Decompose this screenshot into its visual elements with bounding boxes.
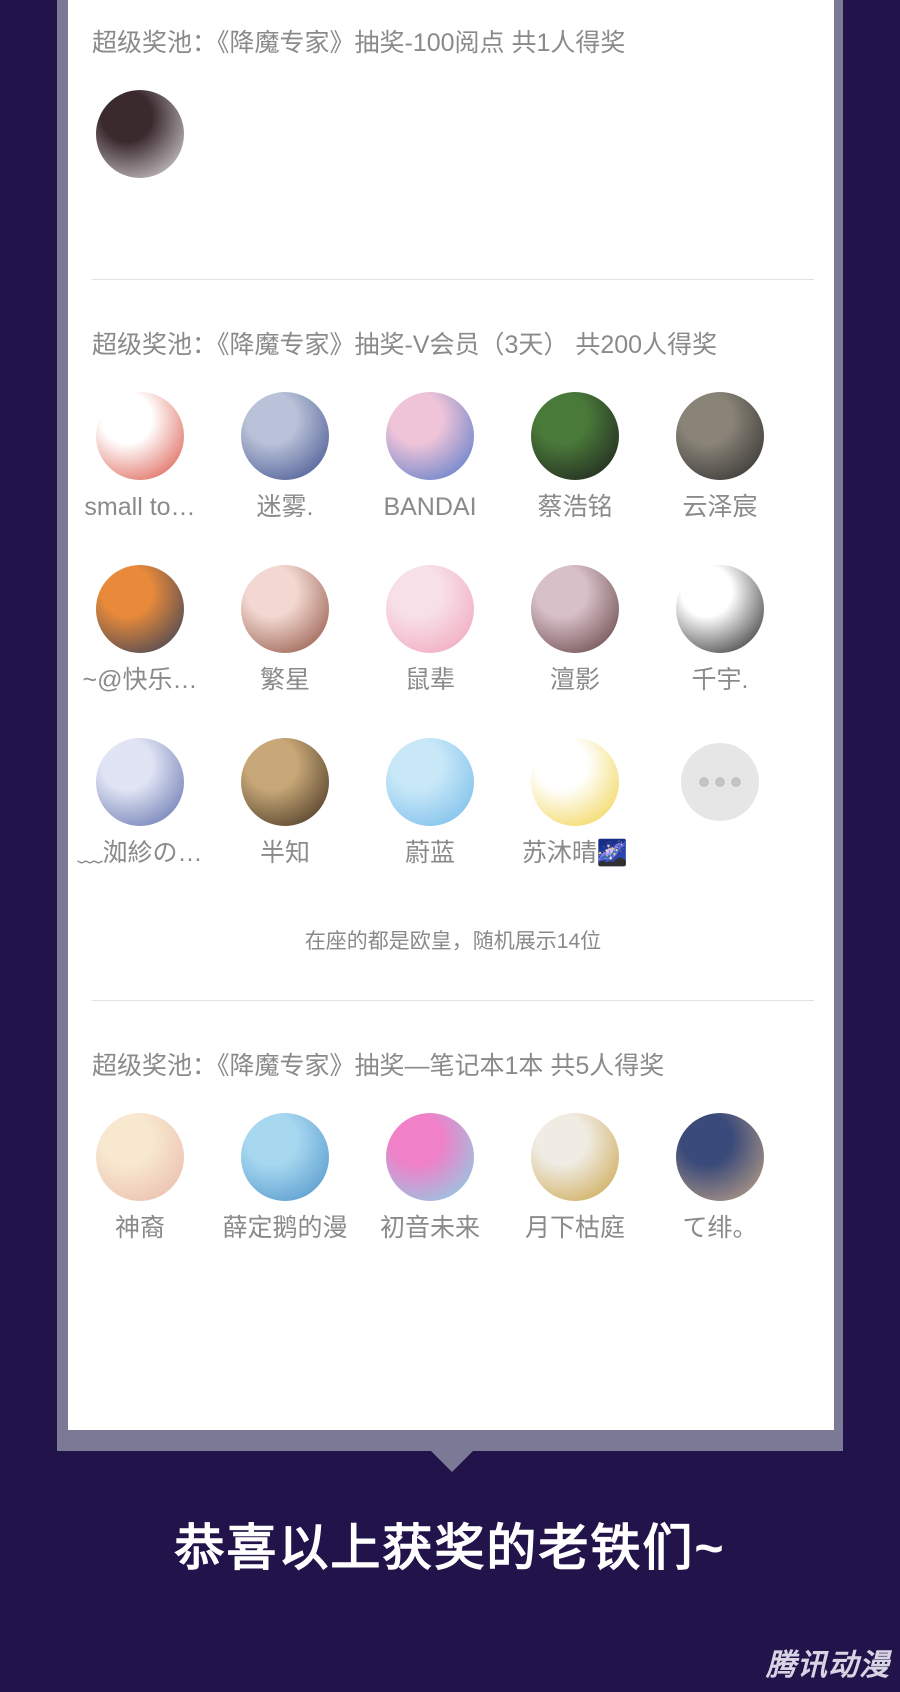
winner-item[interactable]: ~@快乐… <box>70 565 210 697</box>
congrats-text: 恭喜以上获奖的老铁们~ <box>174 1520 726 1576</box>
winner-name: 薛定鹅的漫 <box>222 1214 348 1242</box>
winner-name: て绯。 <box>682 1214 758 1242</box>
random-display-note: 在座的都是欧皇，随机展示14位 <box>304 930 602 953</box>
winner-item[interactable]: BANDAI <box>360 392 500 524</box>
sunset-road-avatar <box>96 565 184 653</box>
winner-item[interactable]: small to… <box>70 392 210 524</box>
winner-name: BANDAI <box>383 493 477 521</box>
anime-boy-avatar <box>241 565 329 653</box>
heart-cloud-avatar <box>386 738 474 826</box>
figure-avatar <box>531 1113 619 1201</box>
winner-name: 蔚蓝 <box>404 839 455 867</box>
winner-item[interactable]: 迷雾. <box>215 392 355 524</box>
dot-icon <box>715 777 725 787</box>
white-cat-avatar <box>96 90 184 178</box>
more-dots-icon <box>681 743 759 821</box>
section-title: 超级奖池：《降魔专家》抽奖-100阅点 共1人得奖 <box>92 29 626 57</box>
section-title: 超级奖池：《降魔专家》抽奖-V会员（3天） 共200人得奖 <box>92 331 718 359</box>
winner-name: 月下枯庭 <box>524 1214 625 1242</box>
winner-name: 云泽宸 <box>682 493 758 521</box>
winner-item[interactable]: て绯。 <box>650 1113 790 1245</box>
section-title: 超级奖池：《降魔专家》抽奖—笔记本1本 共5人得奖 <box>92 1052 665 1080</box>
winner-item[interactable]: ﹏洳紾の… <box>70 738 210 870</box>
winner-item[interactable]: 千宇. <box>650 565 790 697</box>
prize-section-notebook: 超级奖池：《降魔专家》抽奖—笔记本1本 共5人得奖 神裔 薛定鹅的漫 初音未来 月下枯… <box>92 1049 814 1263</box>
winner-name: 澶影 <box>549 666 600 694</box>
cartoon-avatar <box>241 1113 329 1201</box>
card-pointer <box>430 1450 474 1472</box>
winner-name: small to… <box>84 493 196 521</box>
room-avatar <box>241 738 329 826</box>
toad-avatar <box>96 392 184 480</box>
section-divider <box>92 279 814 280</box>
chibi-girl-avatar <box>96 1113 184 1201</box>
winner-name: 初音未来 <box>379 1214 480 1242</box>
winners-grid: small to… 迷雾. BANDAI 蔡浩铭 云泽宸 ~@快乐… 繁星 鼠辈 澶影 千宇. ﹏洳… <box>77 392 814 867</box>
street-avatar <box>676 392 764 480</box>
winner-item[interactable]: 苏沐晴🌌 <box>505 738 645 870</box>
winner-name: 繁星 <box>259 666 310 694</box>
pig-avatar <box>386 565 474 653</box>
winners-grid: 神裔 薛定鹅的漫 初音未来 月下枯庭 て绯。 <box>92 1113 814 1263</box>
dot-icon <box>731 777 741 787</box>
winner-name: 蔡浩铭 <box>537 493 613 521</box>
winner-item[interactable]: 月下枯庭 <box>505 1113 645 1245</box>
anime-girl-avatar <box>96 738 184 826</box>
watermark-logo: 腾讯动漫 <box>766 1649 890 1682</box>
winner-name: 半知 <box>259 839 310 867</box>
anime-boy-avatar <box>531 565 619 653</box>
winner-item[interactable]: 薛定鹅的漫 <box>215 1113 355 1245</box>
winner-item[interactable]: 澶影 <box>505 565 645 697</box>
more-winners-button[interactable] <box>650 738 790 821</box>
winner-name: 苏沐晴🌌 <box>521 839 629 867</box>
anime-girl-avatar <box>241 392 329 480</box>
winner-name: 迷雾. <box>256 493 314 521</box>
ink-anime-avatar <box>676 565 764 653</box>
winner-item[interactable]: 神裔 <box>70 1113 210 1245</box>
dot-icon <box>699 777 709 787</box>
winner-item[interactable]: 蔡浩铭 <box>505 392 645 524</box>
winner-item[interactable] <box>70 90 210 178</box>
winners-grid <box>92 90 814 190</box>
prize-section-100-points: 超级奖池：《降魔专家》抽奖-100阅点 共1人得奖 <box>92 26 814 190</box>
winner-name: 千宇. <box>691 666 749 694</box>
section-divider <box>92 1000 814 1001</box>
winner-name: ﹏洳紾の… <box>77 839 203 867</box>
miku-avatar <box>386 1113 474 1201</box>
anime-girl-avatar <box>531 738 619 826</box>
prize-section-v-member: 超级奖池：《降魔专家》抽奖-V会员（3天） 共200人得奖 small to… 迷… <box>77 328 814 867</box>
kumamon-avatar <box>531 392 619 480</box>
winner-item[interactable]: 蔚蓝 <box>360 738 500 870</box>
winner-name: 鼠辈 <box>404 666 455 694</box>
winner-item[interactable]: 初音未来 <box>360 1113 500 1245</box>
winner-item[interactable]: 云泽宸 <box>650 392 790 524</box>
winner-item[interactable]: 半知 <box>215 738 355 870</box>
winner-item[interactable]: 繁星 <box>215 565 355 697</box>
street-avatar <box>676 1113 764 1201</box>
winner-name: ~@快乐… <box>82 666 198 694</box>
winner-name: 神裔 <box>114 1214 165 1242</box>
anime-girl-avatar <box>386 392 474 480</box>
winner-item[interactable]: 鼠辈 <box>360 565 500 697</box>
